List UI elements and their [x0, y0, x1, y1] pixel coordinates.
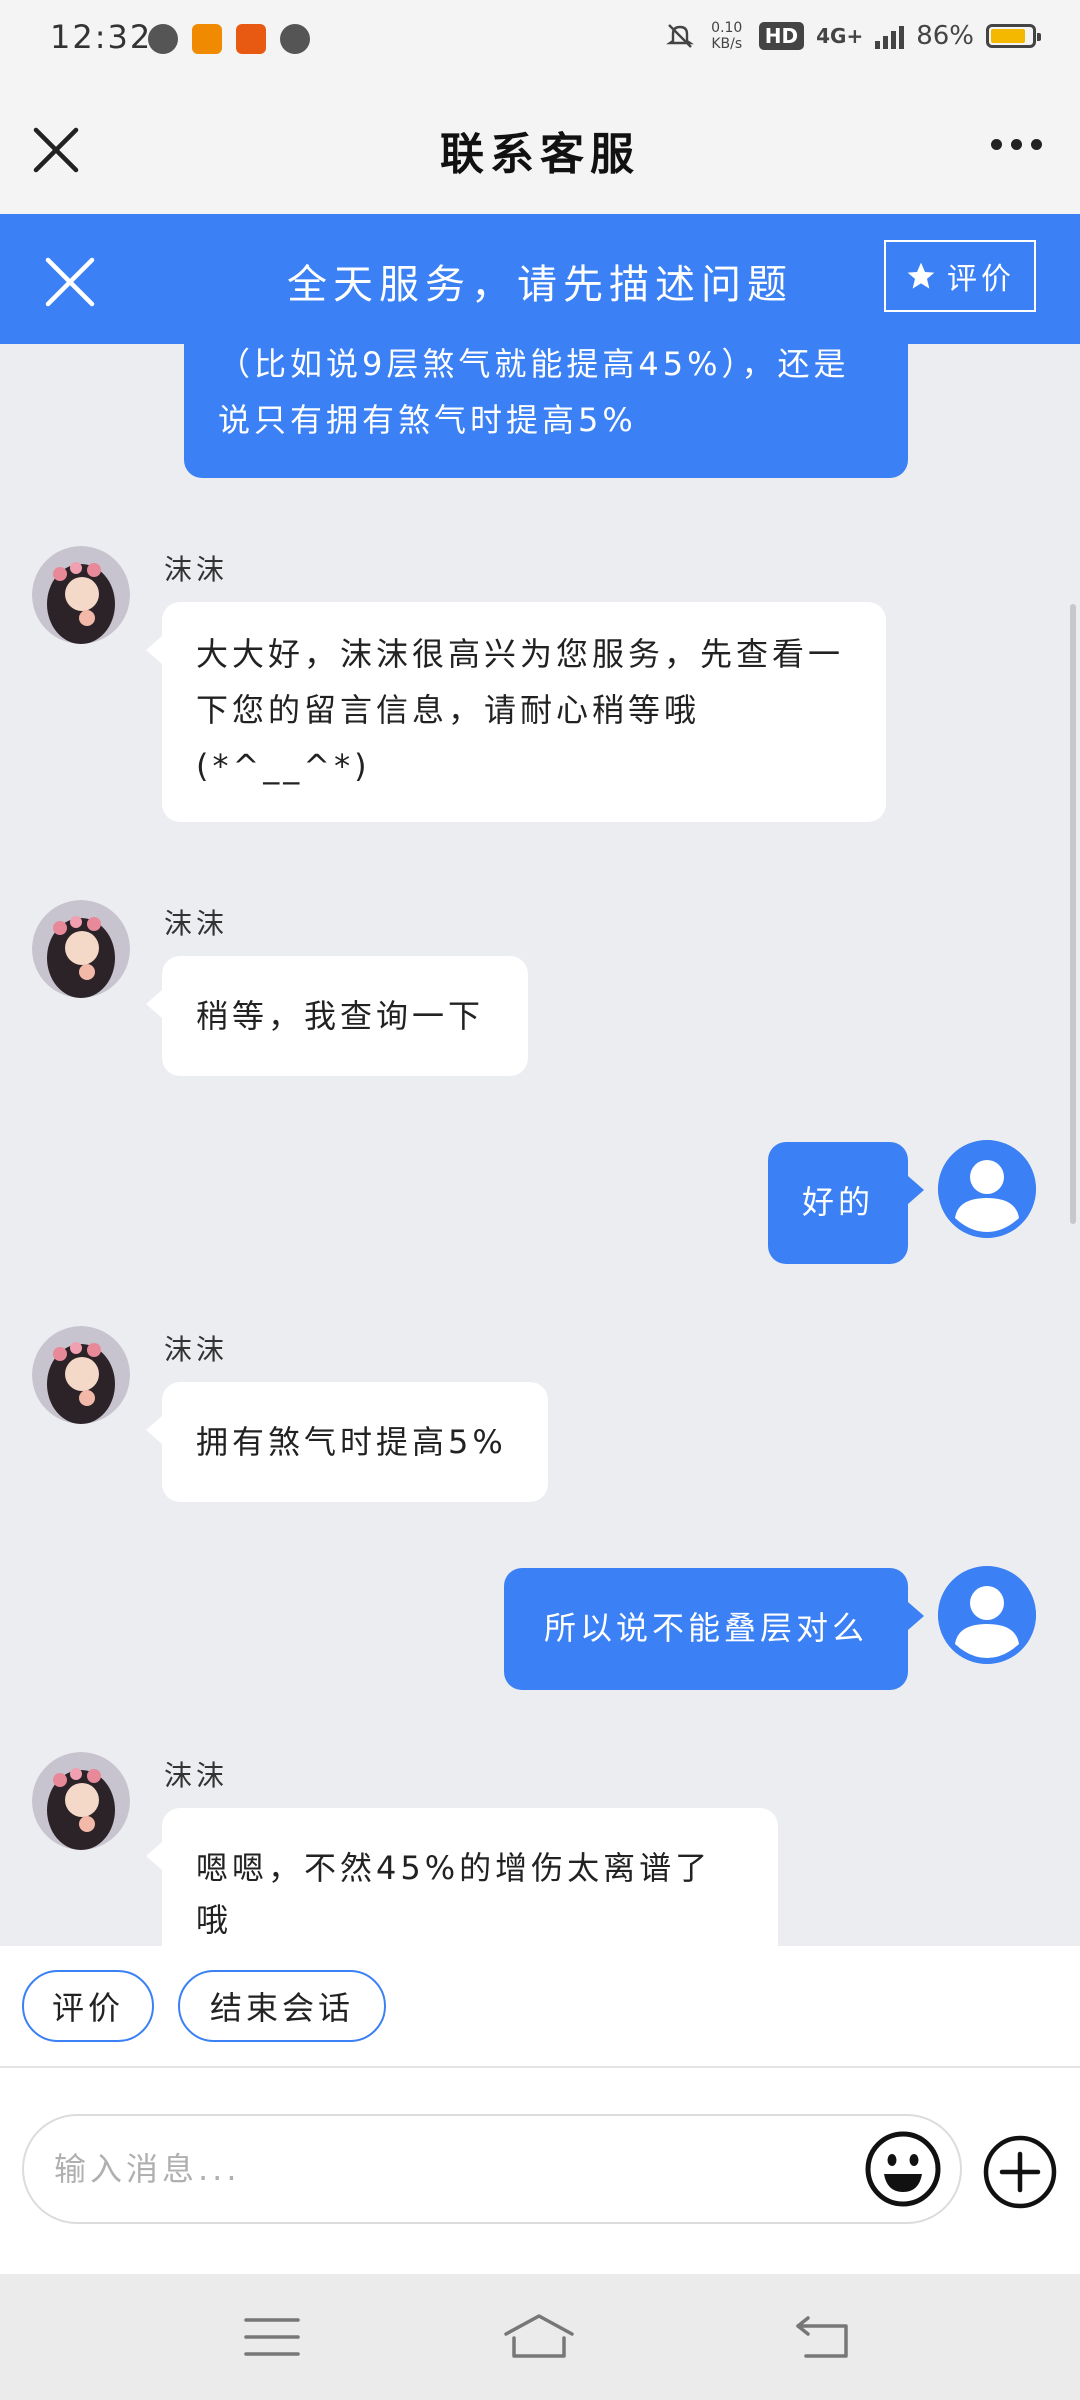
status-bar: 12:32 0.10 KB/s HD 4G+ 86%	[0, 0, 1080, 84]
battery-fill	[991, 29, 1026, 43]
rate-pill-button[interactable]: 评价	[22, 1970, 154, 2042]
chat-area[interactable]: （比如说9层煞气就能提高45%），还是说只有拥有煞气时提高5% 沫沫 大大好，沫…	[0, 344, 1080, 1946]
avatar[interactable]	[32, 1752, 130, 1850]
battery-icon	[986, 24, 1041, 48]
scrollbar[interactable]	[1070, 604, 1076, 1224]
message-text: 大大好，沫沫很高兴为您服务，先查看一下您的留言信息，请耐心稍等哦(*^__^*)	[196, 635, 845, 785]
message-text: 嗯嗯，不然45%的增伤太离谱了哦	[196, 1849, 712, 1939]
avatar[interactable]	[32, 1326, 130, 1424]
rate-button[interactable]: 评价	[884, 240, 1036, 312]
end-session-label: 结束会话	[209, 1990, 354, 2026]
more-icon[interactable]	[991, 139, 1042, 150]
signal-icon	[875, 23, 905, 49]
agent-name: 沫沫	[164, 907, 229, 940]
system-status: 0.10 KB/s HD 4G+ 86%	[665, 20, 1041, 52]
app-notification-icon	[280, 24, 310, 54]
user-icon	[938, 1566, 1036, 1664]
user-avatar[interactable]	[938, 1140, 1036, 1238]
status-time: 12:32	[50, 18, 153, 56]
incoming-message[interactable]: 稍等，我查询一下	[146, 956, 528, 1076]
title-bar: 联系客服	[0, 84, 1080, 214]
app-notification-icon	[192, 24, 222, 54]
plus-icon[interactable]	[982, 2134, 1058, 2210]
message-text: 好的	[801, 1183, 874, 1221]
incoming-message[interactable]: 大大好，沫沫很高兴为您服务，先查看一下您的留言信息，请耐心稍等哦(*^__^*)	[146, 602, 886, 822]
network-type: 4G+	[816, 24, 864, 48]
agent-name: 沫沫	[164, 1333, 229, 1366]
mute-icon	[665, 24, 694, 48]
agent-name: 沫沫	[164, 553, 229, 586]
composer	[0, 2068, 1080, 2274]
quick-actions: 评价 结束会话	[0, 1946, 1080, 2068]
emoji-icon[interactable]	[864, 2130, 942, 2208]
message-text: （比如说9层煞气就能提高45%），还是说只有拥有煞气时提高5%	[218, 345, 850, 439]
end-session-button[interactable]: 结束会话	[178, 1970, 386, 2042]
back-icon[interactable]	[794, 2312, 854, 2362]
message-input[interactable]	[22, 2114, 962, 2224]
message-text: 稍等，我查询一下	[196, 997, 485, 1035]
rate-button-label: 评价	[947, 263, 1015, 296]
incoming-message[interactable]: 嗯嗯，不然45%的增伤太离谱了哦	[146, 1808, 778, 1946]
message-text: 所以说不能叠层对么	[543, 1609, 868, 1647]
menu-icon[interactable]	[242, 2312, 302, 2362]
service-banner: 全天服务，请先描述问题 评价	[0, 214, 1080, 344]
outgoing-message[interactable]: 好的	[768, 1142, 924, 1264]
hd-badge: HD	[758, 22, 805, 50]
notification-icons	[148, 24, 310, 54]
app-notification-icon	[148, 24, 178, 54]
rate-pill-label: 评价	[51, 1990, 124, 2026]
page-title: 联系客服	[440, 129, 640, 180]
avatar[interactable]	[32, 900, 130, 998]
user-icon	[938, 1140, 1036, 1238]
outgoing-message[interactable]: （比如说9层煞气就能提高45%），还是说只有拥有煞气时提高5%	[184, 344, 908, 478]
star-icon	[907, 262, 935, 289]
net-speed: 0.10 KB/s	[711, 20, 743, 52]
taobao-icon	[236, 24, 266, 54]
outgoing-message[interactable]: 所以说不能叠层对么	[504, 1568, 924, 1690]
incoming-message[interactable]: 拥有煞气时提高5%	[146, 1382, 548, 1502]
agent-name: 沫沫	[164, 1759, 229, 1792]
avatar[interactable]	[32, 546, 130, 644]
message-text: 拥有煞气时提高5%	[196, 1423, 507, 1461]
system-nav-bar	[0, 2274, 1080, 2400]
battery-percent: 86%	[916, 21, 974, 51]
user-avatar[interactable]	[938, 1566, 1036, 1664]
home-icon[interactable]	[502, 2312, 576, 2362]
